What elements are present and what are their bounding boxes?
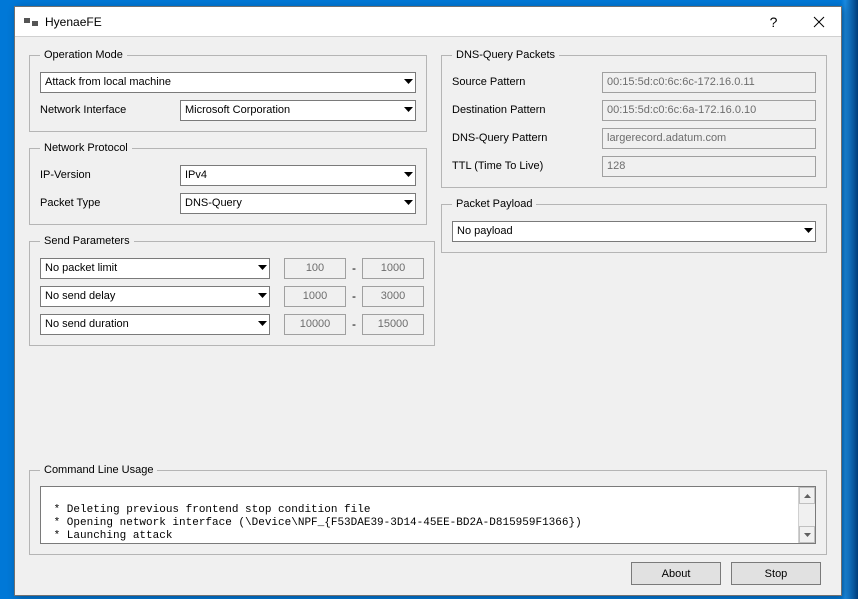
source-pattern-field[interactable]: 00:15:5d:c0:6c:6c-172.16.0.11 bbox=[602, 72, 816, 93]
close-button[interactable] bbox=[796, 7, 841, 37]
packet-payload-legend: Packet Payload bbox=[452, 198, 536, 210]
dns-query-packets-group: DNS-Query Packets Source Pattern 00:15:5… bbox=[441, 49, 827, 188]
packet-limit-to[interactable]: 1000 bbox=[362, 258, 424, 279]
send-delay-to[interactable]: 3000 bbox=[362, 286, 424, 307]
dash: - bbox=[352, 289, 356, 303]
send-parameters-group: Send Parameters No packet limit 100 - 10… bbox=[29, 235, 435, 346]
content-area: Operation Mode Attack from local machine… bbox=[15, 37, 841, 595]
network-interface-value: Microsoft Corporation bbox=[185, 104, 290, 116]
network-protocol-legend: Network Protocol bbox=[40, 142, 132, 154]
packet-limit-combo[interactable]: No packet limit bbox=[40, 258, 270, 279]
stop-button[interactable]: Stop bbox=[731, 562, 821, 585]
help-icon: ? bbox=[770, 14, 778, 30]
destination-pattern-field[interactable]: 00:15:5d:c0:6c:6a-172.16.0.10 bbox=[602, 100, 816, 121]
scroll-up-button[interactable] bbox=[799, 487, 815, 504]
chevron-down-icon bbox=[404, 79, 413, 85]
attack-mode-combo[interactable]: Attack from local machine bbox=[40, 72, 416, 93]
payload-value: No payload bbox=[457, 225, 513, 237]
send-delay-from[interactable]: 1000 bbox=[284, 286, 346, 307]
packet-limit-from[interactable]: 100 bbox=[284, 258, 346, 279]
operation-mode-group: Operation Mode Attack from local machine… bbox=[29, 49, 427, 132]
dash: - bbox=[352, 261, 356, 275]
chevron-down-icon bbox=[258, 265, 267, 271]
about-button-label: About bbox=[662, 568, 691, 580]
dash: - bbox=[352, 317, 356, 331]
send-duration-combo[interactable]: No send duration bbox=[40, 314, 270, 335]
command-line-usage-legend: Command Line Usage bbox=[40, 464, 157, 476]
network-interface-combo[interactable]: Microsoft Corporation bbox=[180, 100, 416, 121]
console-line: Running... bbox=[47, 543, 133, 544]
chevron-down-icon bbox=[258, 321, 267, 327]
chevron-down-icon bbox=[404, 172, 413, 178]
button-bar: About Stop bbox=[631, 562, 821, 585]
payload-combo[interactable]: No payload bbox=[452, 221, 816, 242]
stop-button-label: Stop bbox=[765, 568, 788, 580]
chevron-down-icon bbox=[258, 293, 267, 299]
scrollbar[interactable] bbox=[798, 487, 815, 543]
command-line-usage-group: Command Line Usage * Deleting previous f… bbox=[29, 464, 827, 555]
app-window: HyenaeFE ? Operation Mode Attack from lo… bbox=[14, 6, 842, 596]
packet-limit-value: No packet limit bbox=[45, 262, 117, 274]
operation-mode-legend: Operation Mode bbox=[40, 49, 127, 61]
titlebar: HyenaeFE ? bbox=[15, 7, 841, 37]
ip-version-value: IPv4 bbox=[185, 169, 207, 181]
window-title: HyenaeFE bbox=[45, 15, 751, 29]
attack-mode-value: Attack from local machine bbox=[45, 76, 171, 88]
source-pattern-label: Source Pattern bbox=[452, 76, 602, 88]
chevron-down-icon bbox=[804, 228, 813, 234]
about-button[interactable]: About bbox=[631, 562, 721, 585]
dns-query-pattern-field[interactable]: largerecord.adatum.com bbox=[602, 128, 816, 149]
ttl-field[interactable]: 128 bbox=[602, 156, 816, 177]
chevron-down-icon bbox=[404, 107, 413, 113]
app-icon bbox=[23, 14, 39, 30]
network-protocol-group: Network Protocol IP-Version IPv4 Packet … bbox=[29, 142, 427, 225]
console-output[interactable]: * Deleting previous frontend stop condit… bbox=[40, 486, 816, 544]
chevron-up-icon bbox=[804, 494, 811, 498]
packet-type-value: DNS-Query bbox=[185, 197, 242, 209]
console-line: * Deleting previous frontend stop condit… bbox=[47, 504, 370, 516]
packet-payload-group: Packet Payload No payload bbox=[441, 198, 827, 253]
close-icon bbox=[813, 16, 825, 28]
destination-pattern-label: Destination Pattern bbox=[452, 104, 602, 116]
dns-query-packets-legend: DNS-Query Packets bbox=[452, 49, 559, 61]
console-line: * Launching attack bbox=[47, 530, 172, 542]
packet-type-combo[interactable]: DNS-Query bbox=[180, 193, 416, 214]
send-duration-to[interactable]: 15000 bbox=[362, 314, 424, 335]
help-button[interactable]: ? bbox=[751, 7, 796, 37]
chevron-down-icon bbox=[804, 533, 811, 537]
packet-type-label: Packet Type bbox=[40, 197, 180, 209]
send-delay-value: No send delay bbox=[45, 290, 115, 302]
console-line: * Opening network interface (\Device\NPF… bbox=[47, 517, 582, 529]
send-duration-value: No send duration bbox=[45, 318, 129, 330]
ip-version-combo[interactable]: IPv4 bbox=[180, 165, 416, 186]
dns-query-pattern-label: DNS-Query Pattern bbox=[452, 132, 602, 144]
send-delay-combo[interactable]: No send delay bbox=[40, 286, 270, 307]
chevron-down-icon bbox=[404, 200, 413, 206]
network-interface-label: Network Interface bbox=[40, 104, 180, 116]
ttl-label: TTL (Time To Live) bbox=[452, 160, 602, 172]
send-parameters-legend: Send Parameters bbox=[40, 235, 134, 247]
send-duration-from[interactable]: 10000 bbox=[284, 314, 346, 335]
scroll-down-button[interactable] bbox=[799, 526, 815, 543]
ip-version-label: IP-Version bbox=[40, 169, 180, 181]
